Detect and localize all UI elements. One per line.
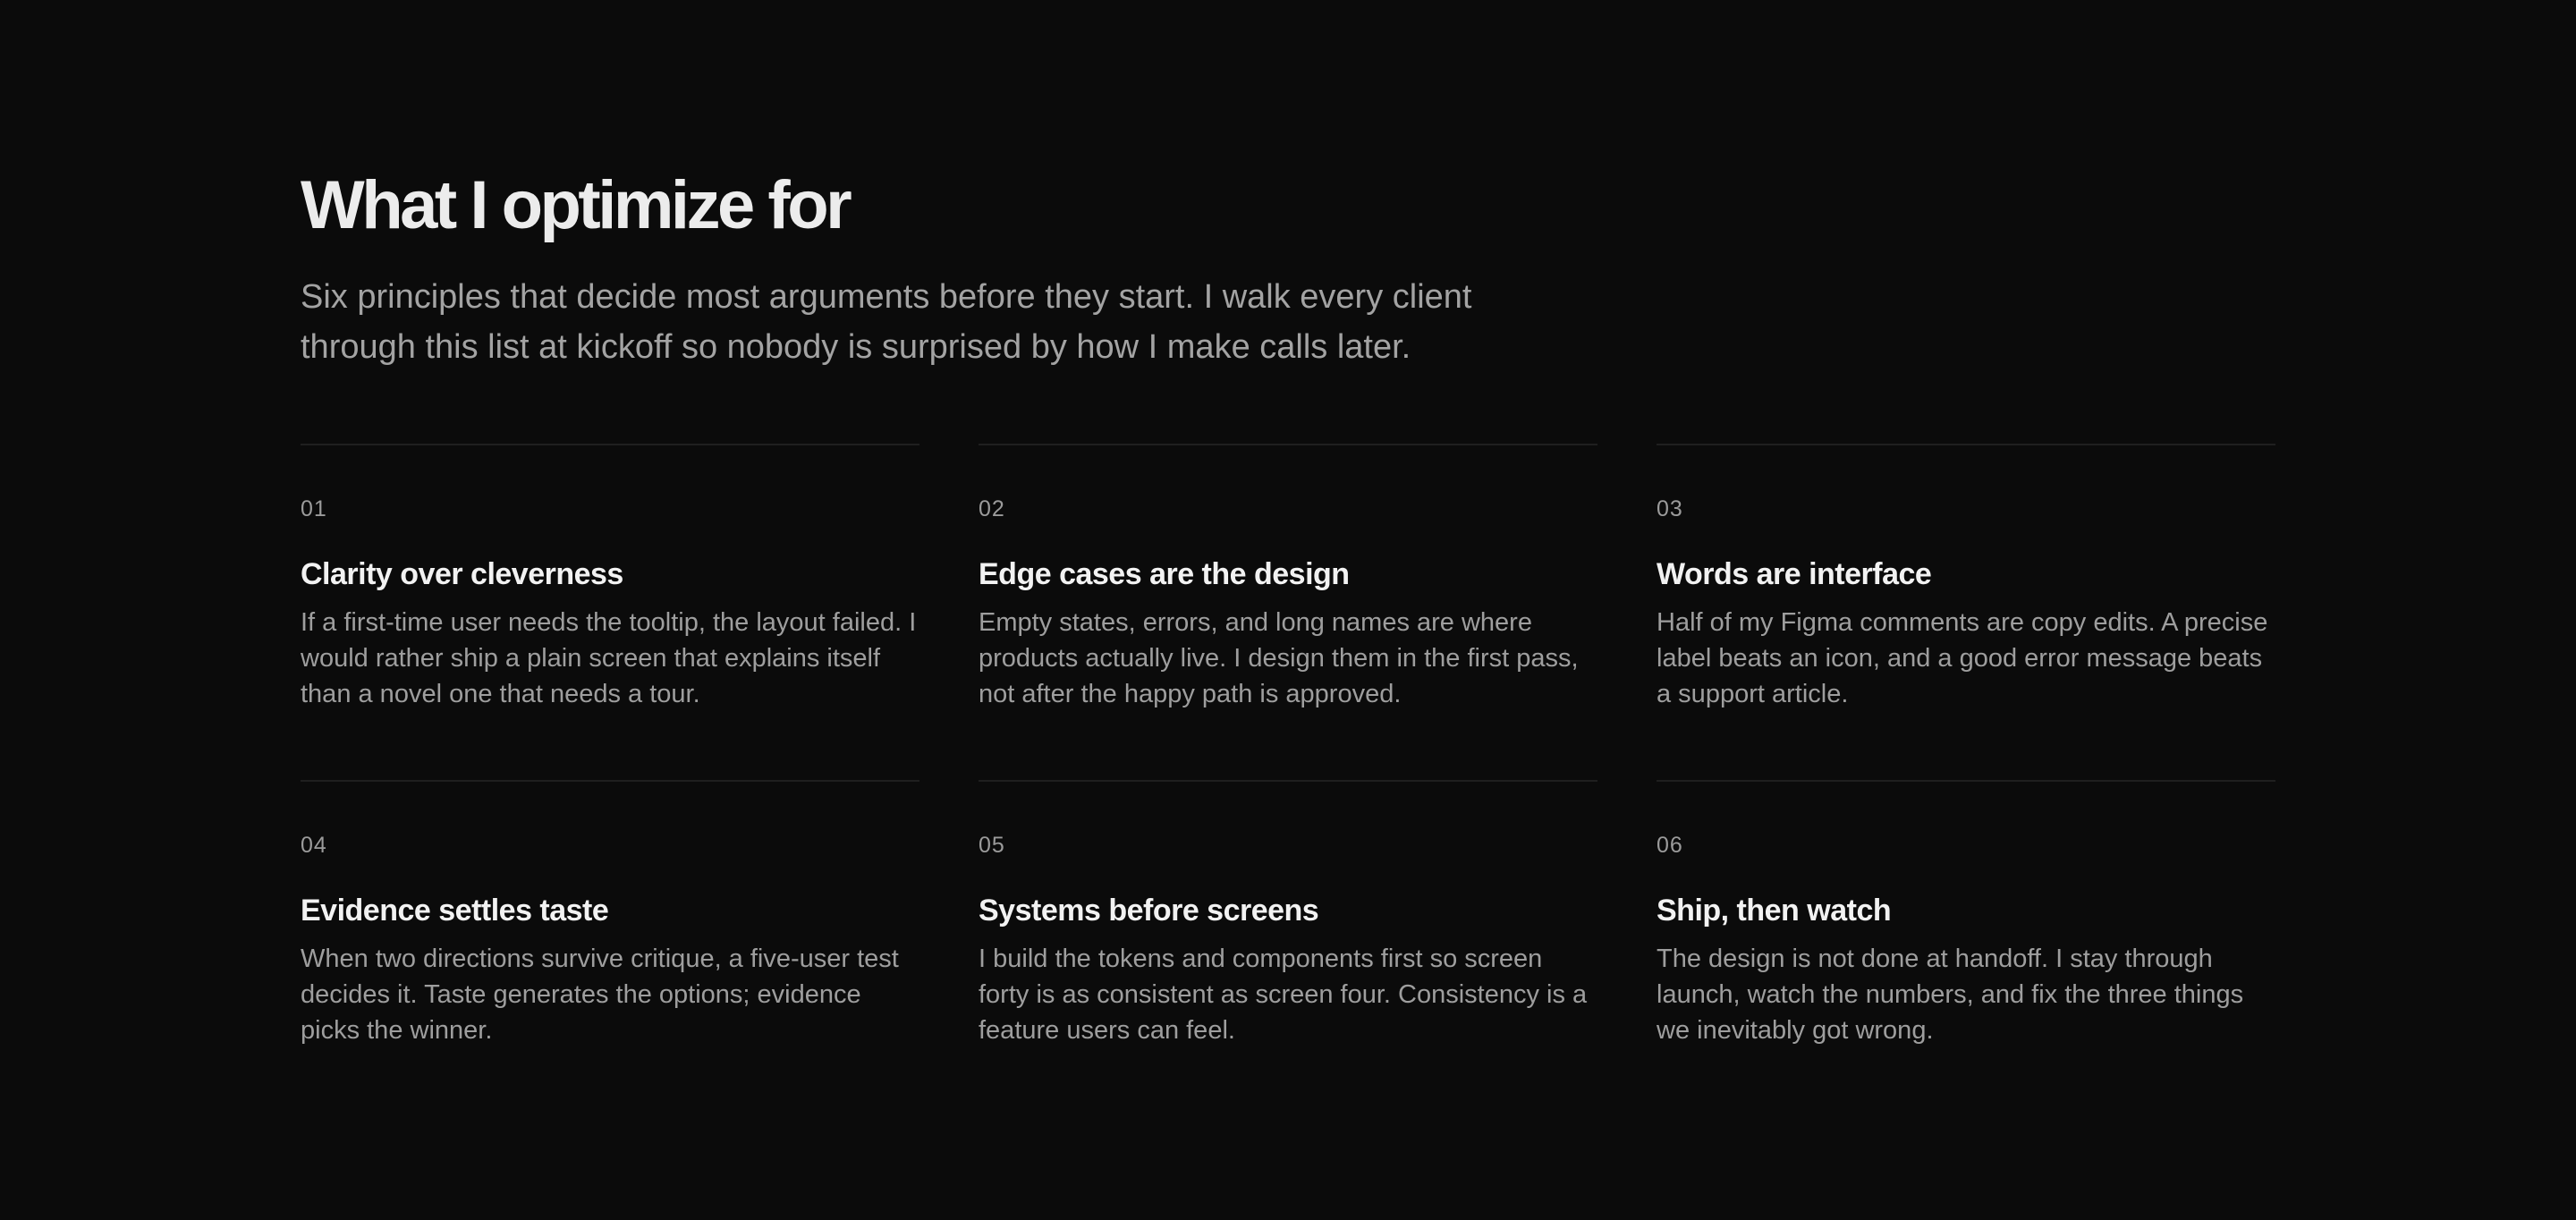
principle-description: I build the tokens and components first … — [979, 945, 1588, 1045]
principle-title: Clarity over cleverness — [301, 557, 623, 591]
principle-description: Half of my Figma comments are copy edits… — [1657, 608, 2268, 708]
principle-number: 03 — [1657, 496, 1683, 521]
principle-number: 02 — [979, 496, 1005, 521]
principle-title: Words are interface — [1657, 557, 1932, 591]
principle-title: Ship, then watch — [1657, 894, 1892, 928]
principle-number: 06 — [1657, 833, 1683, 858]
principle-description: When two directions survive critique, a … — [301, 945, 899, 1045]
principle-card-4: 04 Evidence settles taste When two direc… — [301, 780, 919, 1116]
principle-number: 01 — [301, 496, 327, 521]
principles-grid: 01 Clarity over cleverness If a first-ti… — [301, 444, 2275, 1116]
principle-number: 04 — [301, 833, 327, 858]
page-title: What I optimize for — [301, 167, 852, 243]
page-intro: Six principles that decide most argument… — [301, 278, 1472, 366]
principle-number: 05 — [979, 833, 1005, 858]
principle-card-6: 06 Ship, then watch The design is not do… — [1657, 780, 2275, 1116]
principle-card-5: 05 Systems before screens I build the to… — [979, 780, 1597, 1116]
principle-description: Empty states, errors, and long names are… — [979, 608, 1579, 708]
principle-description: The design is not done at handoff. I sta… — [1657, 945, 2244, 1045]
principle-card-2: 02 Edge cases are the design Empty state… — [979, 444, 1597, 780]
principle-card-3: 03 Words are interface Half of my Figma … — [1657, 444, 2275, 780]
principle-title: Systems before screens — [979, 894, 1319, 928]
principle-description: If a first-time user needs the tooltip, … — [301, 608, 917, 708]
principle-title: Edge cases are the design — [979, 557, 1350, 591]
principle-card-1: 01 Clarity over cleverness If a first-ti… — [301, 444, 919, 780]
principle-title: Evidence settles taste — [301, 894, 609, 928]
